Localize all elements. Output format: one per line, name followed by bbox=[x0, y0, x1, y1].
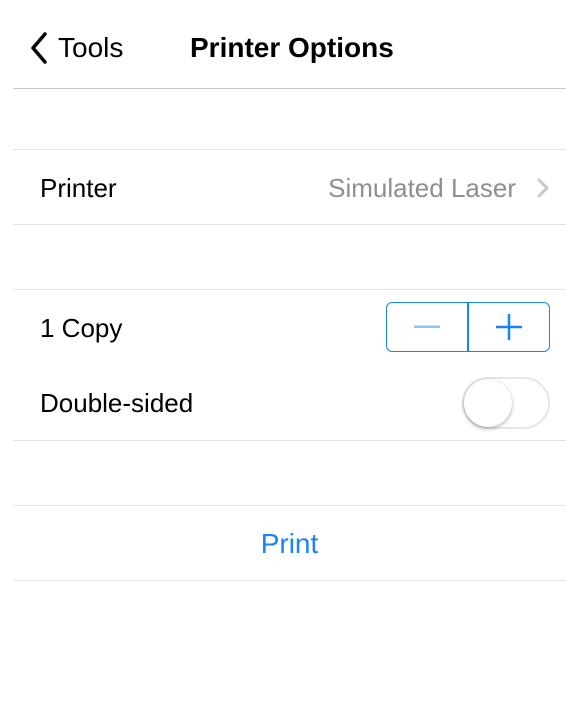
double-sided-row: Double-sided bbox=[13, 365, 566, 441]
copies-row: 1 Copy bbox=[13, 289, 566, 365]
chevron-left-icon bbox=[31, 32, 47, 64]
print-row[interactable]: Print bbox=[13, 505, 566, 581]
printer-row-label: Printer bbox=[40, 173, 117, 203]
printer-row-value: Simulated Laser bbox=[328, 173, 516, 203]
double-sided-toggle[interactable] bbox=[462, 377, 550, 429]
page-title: Printer Options bbox=[190, 32, 394, 63]
toggle-knob bbox=[464, 379, 512, 427]
printer-options-popover: Tools Printer Options Printer Simulated … bbox=[0, 0, 566, 722]
copies-row-label: 1 Copy bbox=[40, 313, 123, 343]
print-button[interactable]: Print bbox=[13, 506, 566, 582]
printer-row[interactable]: Printer Simulated Laser bbox=[13, 149, 566, 225]
increment-button[interactable] bbox=[469, 303, 549, 351]
chevron-right-icon bbox=[537, 178, 549, 198]
plus-icon bbox=[495, 314, 522, 340]
back-button[interactable]: Tools bbox=[28, 30, 123, 66]
minus-icon bbox=[414, 325, 441, 328]
copies-stepper[interactable] bbox=[386, 302, 550, 352]
navigation-bar: Tools Printer Options bbox=[13, 0, 566, 89]
back-button-label: Tools bbox=[58, 32, 124, 63]
decrement-button[interactable] bbox=[387, 303, 467, 351]
double-sided-row-label: Double-sided bbox=[40, 388, 194, 418]
